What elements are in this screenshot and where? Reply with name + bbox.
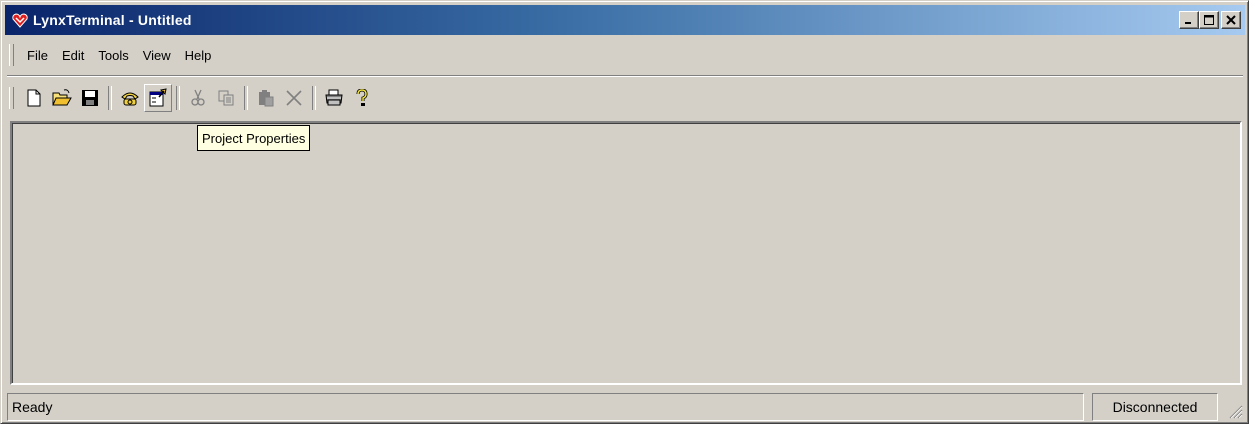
delete-button[interactable] <box>280 84 308 112</box>
project-properties-button[interactable] <box>144 84 172 112</box>
toolbar-separator <box>244 86 248 110</box>
copy-button[interactable] <box>212 84 240 112</box>
menu-edit[interactable]: Edit <box>55 46 91 65</box>
maximize-button[interactable] <box>1199 11 1219 29</box>
cut-icon <box>191 89 205 106</box>
menu-view[interactable]: View <box>136 46 178 65</box>
project-properties-icon <box>149 88 167 107</box>
resize-grip-icon[interactable] <box>1225 401 1243 419</box>
toolbar-grip[interactable] <box>9 87 14 109</box>
status-text: Ready <box>7 393 1084 421</box>
cut-button[interactable] <box>184 84 212 112</box>
lynx-logo-icon <box>12 13 28 28</box>
toolbar-separator <box>176 86 180 110</box>
open-folder-icon <box>52 89 72 106</box>
open-button[interactable] <box>48 84 76 112</box>
phone-connect-icon <box>121 92 139 106</box>
tooltip: Project Properties <box>197 125 311 151</box>
window-title: LynxTerminal - Untitled <box>33 12 192 28</box>
menu-help[interactable]: Help <box>178 46 219 65</box>
connection-status: Disconnected <box>1092 393 1218 421</box>
paste-button[interactable] <box>252 84 280 112</box>
maximize-icon <box>1204 15 1214 25</box>
toolbar-separator <box>312 86 316 110</box>
title-bar[interactable]: LynxTerminal - Untitled <box>5 5 1245 35</box>
connect-button[interactable] <box>116 84 144 112</box>
minimize-icon <box>1185 22 1191 24</box>
close-icon <box>1226 15 1236 25</box>
save-button[interactable] <box>76 84 104 112</box>
print-icon <box>325 89 343 106</box>
menu-file[interactable]: File <box>20 46 55 65</box>
terminal-area[interactable] <box>10 121 1242 385</box>
copy-icon <box>218 90 234 106</box>
paste-icon <box>259 90 274 107</box>
menu-bar: File Edit Tools View Help <box>9 41 1241 69</box>
help-icon <box>356 89 368 106</box>
app-window: LynxTerminal - Untitled File Edit Tools … <box>0 0 1249 424</box>
menu-tools[interactable]: Tools <box>91 46 135 65</box>
toolbar-separator <box>108 86 112 110</box>
minimize-button[interactable] <box>1179 11 1199 29</box>
new-document-icon <box>27 89 41 107</box>
status-bar: Ready Disconnected <box>7 393 1245 421</box>
new-button[interactable] <box>20 84 48 112</box>
delete-icon <box>286 90 302 106</box>
close-button[interactable] <box>1221 11 1241 29</box>
menu-toolbar-divider <box>7 75 1243 77</box>
help-button[interactable] <box>348 84 376 112</box>
menu-grip[interactable] <box>9 44 14 66</box>
save-disk-icon <box>82 90 98 106</box>
print-button[interactable] <box>320 84 348 112</box>
toolbar <box>9 81 1241 115</box>
